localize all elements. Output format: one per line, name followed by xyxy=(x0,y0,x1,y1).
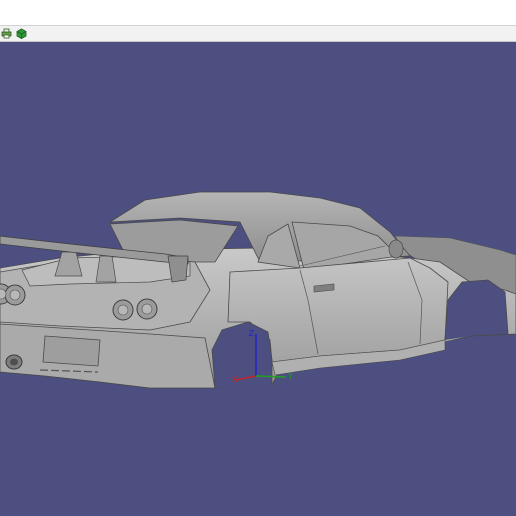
wing-support xyxy=(54,251,83,277)
z-axis-label: Z xyxy=(249,329,255,338)
license-plate xyxy=(42,335,101,367)
x-axis-label: X xyxy=(232,375,238,384)
car-model: Z X Y xyxy=(0,191,516,389)
green-cube-icon[interactable] xyxy=(16,28,27,39)
window-top-bar xyxy=(0,0,516,26)
print-icon[interactable] xyxy=(1,28,12,39)
toolbar xyxy=(0,26,516,42)
side-mirror xyxy=(388,239,404,259)
y-axis-label: Y xyxy=(287,372,293,381)
3d-viewport[interactable]: Z X Y xyxy=(0,42,516,516)
